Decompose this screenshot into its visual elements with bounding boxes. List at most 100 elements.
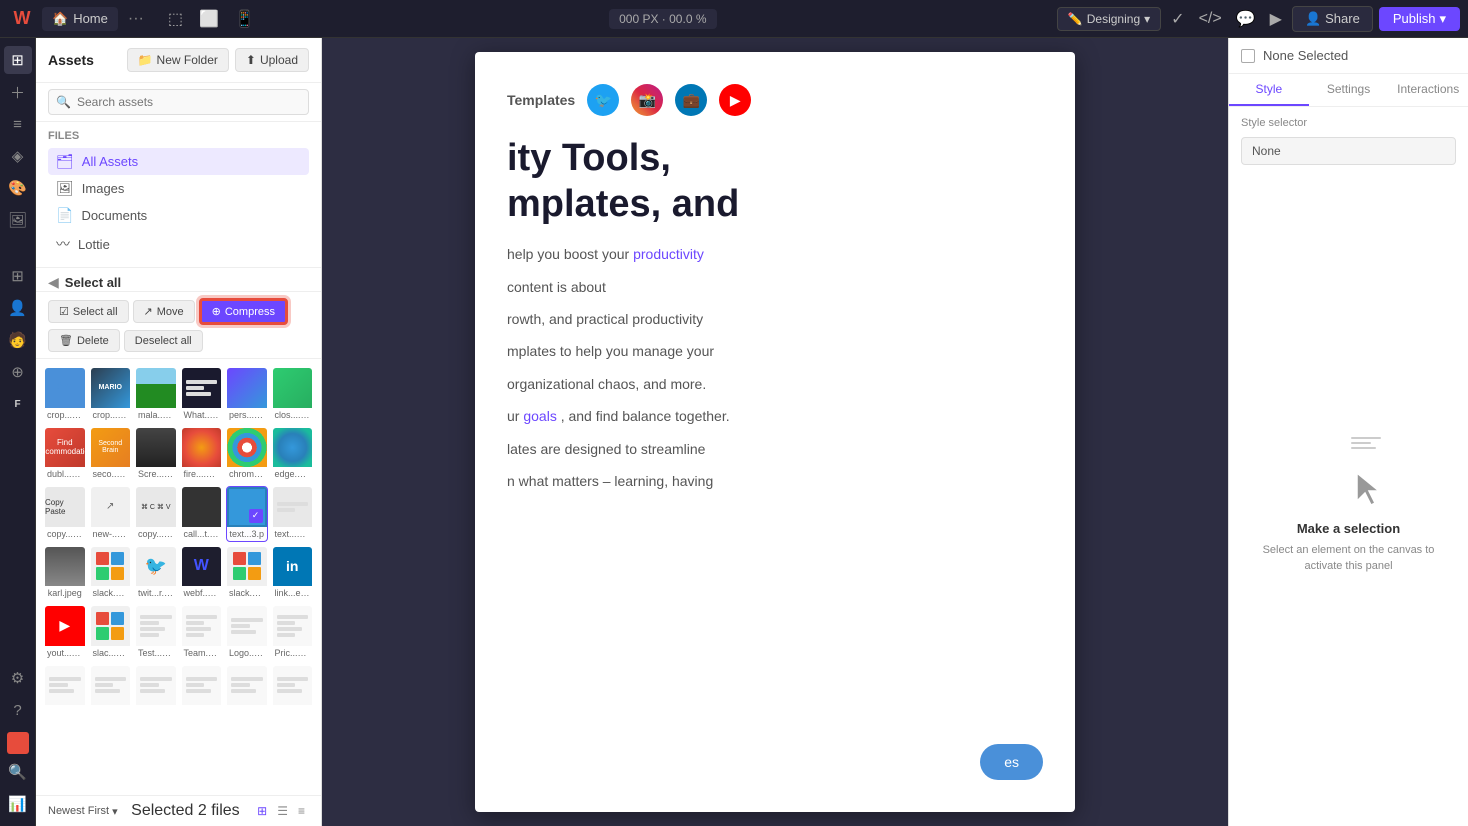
asset-item[interactable]: Team...s.png [181,605,223,661]
home-button[interactable]: 🏠 Home [42,7,118,31]
asset-item[interactable]: mala....webp [135,367,177,423]
compress-button[interactable]: ⊕ Compress [199,298,288,325]
analytics-icon[interactable]: 📊 [4,790,32,818]
search-icon[interactable]: 🔍 [4,758,32,786]
nav-item-images[interactable]: 🖼 Images [48,175,309,202]
delete-button[interactable]: 🗑 Delete [48,329,120,352]
asset-item[interactable]: karl.jpeg [44,546,86,602]
asset-item[interactable]: chrome.png [226,427,268,483]
deselect-all-button[interactable]: Deselect all [124,330,203,352]
goals-link[interactable]: goals [523,408,556,424]
select-all-button[interactable]: ☑ Select all [48,300,129,323]
more-options-icon[interactable]: ··· [128,10,144,28]
asset-item[interactable] [181,665,223,711]
file-navigation: Files 🗂 All Assets 🖼 Images 📄 Documents … [36,122,321,268]
asset-item[interactable]: slac...1.png [90,605,132,661]
asset-item[interactable]: in link...e.png [272,546,314,602]
selected-check: ✓ [249,509,263,523]
assets-icon[interactable]: 🖼 [4,206,32,234]
asset-filename: text...3.png [273,527,313,541]
asset-item[interactable] [44,665,86,711]
asset-item[interactable] [226,665,268,711]
asset-filename: Test...s.png [136,646,176,660]
asset-filename: twit...r.png [136,586,176,600]
asset-item[interactable]: Copy Paste copy...e.png [44,486,86,542]
canvas-content[interactable]: Templates 🐦 📸 💼 ▶ ity Tools,mplates, and… [322,38,1228,826]
play-icon-button[interactable]: ▶ [1266,5,1286,33]
search-input[interactable] [48,89,309,115]
upload-button[interactable]: ⬆ Upload [235,48,309,72]
asset-item[interactable]: Find Accommodation dubl...webp [44,427,86,483]
style-selector-value[interactable]: None [1241,137,1456,165]
asset-item[interactable]: ✂ crop....webp [44,367,86,423]
asset-item[interactable]: clos....webp [272,367,314,423]
help-icon[interactable]: ? [4,696,32,724]
publish-button[interactable]: Publish ▾ [1379,7,1460,31]
select-tool[interactable]: ⬚ [162,5,189,33]
new-folder-button[interactable]: 📁 New Folder [127,48,229,72]
asset-item[interactable] [272,665,314,711]
nav-item-lottie[interactable]: 〰 Lottie [48,229,309,259]
designing-mode-button[interactable]: ✏️ Designing ▾ [1057,7,1161,31]
sort-button[interactable]: Newest First ▾ [48,805,118,818]
list-view-button[interactable]: ☰ [273,802,292,820]
back-button[interactable]: ◀ [48,274,59,291]
asset-item[interactable]: ⌘ C ⌘ V copy...e.s [135,486,177,542]
asset-item[interactable]: text...3.png [272,486,314,542]
assets-nav-icon[interactable]: ⊞ [4,46,32,74]
extension-icon[interactable]: ⊕ [4,358,32,386]
move-button[interactable]: ↗ Move [133,300,195,323]
asset-item[interactable]: Scre....webp [135,427,177,483]
asset-item[interactable] [135,665,177,711]
code-icon-button[interactable]: </> [1195,6,1226,32]
assets-header-actions: 📁 New Folder ⬆ Upload [127,48,309,72]
style-icon[interactable]: 🎨 [4,174,32,202]
none-selected-checkbox[interactable] [1241,49,1255,63]
asset-item[interactable]: slack.png [226,546,268,602]
asset-item[interactable]: edge.png [272,427,314,483]
check-icon-button[interactable]: ✓ [1167,5,1188,33]
detail-view-button[interactable]: ≡ [294,802,309,820]
asset-item[interactable]: Test...s.png [135,605,177,661]
canvas-area: Templates 🐦 📸 💼 ▶ ity Tools,mplates, and… [322,38,1228,826]
home-icon: 🏠 [52,11,68,27]
share-button[interactable]: 👤 Share [1292,6,1373,32]
asset-filename: pers...1.jpg [227,408,267,422]
asset-item[interactable]: MARIO crop....webp [90,367,132,423]
user-icon[interactable]: 👤 [4,294,32,322]
tab-interactions[interactable]: Interactions [1388,74,1468,106]
asset-item[interactable]: pers...1.jpg [226,367,268,423]
comment-icon-button[interactable]: 💬 [1232,5,1260,33]
tab-settings[interactable]: Settings [1309,74,1389,106]
productivity-link[interactable]: productivity [633,246,704,262]
font-icon[interactable]: F [4,390,32,418]
tab-style[interactable]: Style [1229,74,1309,106]
asset-item[interactable]: W webf...w.png [181,546,223,602]
asset-item[interactable]: slack.svg [90,546,132,602]
phone-tool[interactable]: 📱 [229,5,261,33]
nav-item-all-assets[interactable]: 🗂 All Assets [48,148,309,175]
asset-item[interactable]: ▶ yout...e.png [44,605,86,661]
components-icon[interactable]: ◈ [4,142,32,170]
asset-item[interactable]: Second Brain seco....webp [90,427,132,483]
asset-filename: crop....webp [91,408,131,422]
asset-item[interactable]: call...t.svg [181,486,223,542]
settings-icon[interactable]: ⚙ [4,664,32,692]
asset-item[interactable]: Pric...s.png [272,605,314,661]
person-icon[interactable]: 🧑 [4,326,32,354]
asset-item[interactable]: 🐦 twit...r.png [135,546,177,602]
asset-item[interactable]: ↗ new-...n.svg [90,486,132,542]
asset-item[interactable]: fire....webp [181,427,223,483]
grid-icon[interactable]: ⊞ [4,262,32,290]
layers-icon[interactable]: ≡ [4,110,32,138]
asset-item[interactable]: Logo...s.png [226,605,268,661]
nav-item-documents[interactable]: 📄 Documents [48,202,309,229]
add-icon[interactable]: ＋ [4,78,32,106]
asset-item[interactable] [90,665,132,711]
asset-item[interactable]: ✓ text...3.p [226,486,268,542]
tablet-tool[interactable]: ⬜ [193,5,225,33]
canvas-cta-button[interactable]: es [980,744,1043,780]
asset-item[interactable]: What...s.jpg [181,367,223,423]
pencil-icon: ✏️ [1068,12,1083,26]
grid-view-button[interactable]: ⊞ [253,802,271,820]
